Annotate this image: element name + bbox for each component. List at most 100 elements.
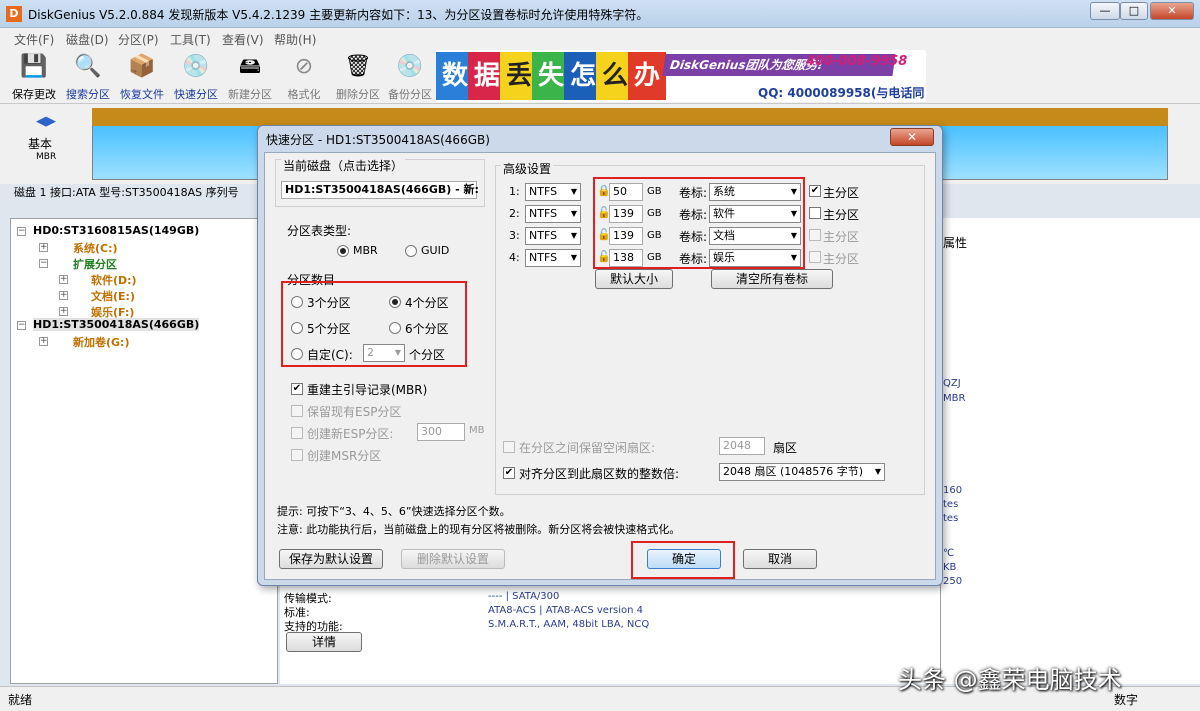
chevron-down-icon: ▼ bbox=[874, 467, 881, 476]
size-input-4[interactable]: 138 bbox=[609, 249, 643, 267]
tree-item-hd0[interactable]: HD0:ST3160815AS(149GB) bbox=[33, 224, 199, 237]
expand-icon[interactable]: + bbox=[59, 291, 68, 300]
tree-item-new-volume-g[interactable]: 新加卷(G:) bbox=[73, 334, 129, 350]
size-input-3[interactable]: 139 bbox=[609, 227, 643, 245]
create-esp-checkbox[interactable] bbox=[291, 427, 303, 439]
save-default-button[interactable]: 保存为默认设置 bbox=[279, 549, 383, 569]
collapse-icon[interactable]: − bbox=[17, 227, 26, 236]
volume-value: 文档 bbox=[713, 229, 735, 242]
menu-partition[interactable]: 分区(P) bbox=[118, 31, 159, 48]
clear-all-labels-button[interactable]: 清空所有卷标 bbox=[711, 269, 833, 289]
mbr-label: MBR bbox=[353, 244, 378, 257]
size-input-2[interactable]: 139 bbox=[609, 205, 643, 223]
tool-label: 保存更改 bbox=[12, 88, 56, 101]
format-button[interactable]: ⊘ 格式化 bbox=[278, 50, 330, 102]
count-3-radio[interactable] bbox=[291, 296, 303, 308]
fs-select-2[interactable]: NTFS ▼ bbox=[525, 205, 581, 223]
recover-file-button[interactable]: 📦 恢复文件 bbox=[116, 50, 168, 102]
save-icon: 💾 bbox=[20, 54, 48, 79]
dialog-close-button[interactable]: ✕ bbox=[890, 128, 934, 146]
quick-partition-button[interactable]: 💿 快速分区 bbox=[170, 50, 222, 102]
reserve-gap-input[interactable]: 2048 bbox=[719, 437, 765, 455]
default-size-button[interactable]: 默认大小 bbox=[595, 269, 673, 289]
menu-disk[interactable]: 磁盘(D) bbox=[66, 31, 109, 48]
row-index: 4: bbox=[509, 251, 520, 264]
tool-label: 新建分区 bbox=[228, 88, 272, 101]
tree-item-hd1[interactable]: HD1:ST3500418AS(466GB) bbox=[33, 318, 200, 331]
menu-help[interactable]: 帮助(H) bbox=[274, 31, 316, 48]
window-title: DiskGenius V5.2.0.884 发现新版本 V5.4.2.1239 … bbox=[28, 8, 649, 22]
next-disk-icon[interactable]: ▶ bbox=[46, 114, 56, 129]
volume-select-1[interactable]: 系统 ▼ bbox=[709, 183, 801, 201]
fs-value: NTFS bbox=[529, 251, 558, 264]
new-partition-button[interactable]: 🖴 新建分区 bbox=[224, 50, 276, 102]
count-custom-radio[interactable] bbox=[291, 348, 303, 360]
fs-select-1[interactable]: NTFS ▼ bbox=[525, 183, 581, 201]
esp-size-input[interactable]: 300 bbox=[417, 423, 465, 441]
hint-text: 提示: 可按下“3、4、5、6”快速选择分区个数。 bbox=[277, 505, 511, 518]
volume-select-3[interactable]: 文档 ▼ bbox=[709, 227, 801, 245]
fs-select-3[interactable]: NTFS ▼ bbox=[525, 227, 581, 245]
row-index: 2: bbox=[509, 207, 520, 220]
current-disk-selector[interactable]: HD1:ST3500418AS(466GB) - 新: bbox=[281, 181, 479, 199]
count-6-radio[interactable] bbox=[389, 322, 401, 334]
chevron-down-icon: ▼ bbox=[790, 253, 797, 262]
expand-icon[interactable]: + bbox=[39, 337, 48, 346]
menu-view[interactable]: 查看(V) bbox=[222, 31, 264, 48]
volume-value: 软件 bbox=[713, 207, 735, 220]
cancel-button[interactable]: 取消 bbox=[743, 549, 817, 569]
collapse-icon[interactable]: − bbox=[39, 259, 48, 268]
minimize-button[interactable]: — bbox=[1090, 2, 1120, 20]
primary-label: 主分区 bbox=[823, 252, 860, 266]
custom-count-suffix: 个分区 bbox=[409, 348, 446, 362]
ok-button[interactable]: 确定 bbox=[647, 549, 721, 569]
tool-label: 格式化 bbox=[287, 88, 321, 101]
backup-partition-button[interactable]: 💿 备份分区 bbox=[384, 50, 436, 102]
banner-phone: 400-008-9958 bbox=[806, 54, 908, 69]
primary-checkbox-2[interactable] bbox=[809, 207, 821, 219]
create-esp-label: 创建新ESP分区: bbox=[307, 427, 394, 441]
menu-file[interactable]: 文件(F) bbox=[14, 31, 54, 48]
expand-icon[interactable]: + bbox=[59, 307, 68, 316]
chevron-down-icon: ▼ bbox=[790, 231, 797, 240]
maximize-button[interactable]: □ bbox=[1120, 2, 1148, 20]
primary-checkbox-4[interactable] bbox=[809, 251, 821, 263]
volume-select-4[interactable]: 娱乐 ▼ bbox=[709, 249, 801, 267]
expand-icon[interactable]: + bbox=[39, 243, 48, 252]
align-partition-checkbox[interactable]: ✔ bbox=[503, 467, 515, 479]
tree-item-software-d[interactable]: 软件(D:) bbox=[91, 272, 137, 288]
chevron-down-icon: ▼ bbox=[570, 253, 577, 262]
primary-checkbox-1[interactable]: ✔ bbox=[809, 185, 821, 197]
guid-radio[interactable] bbox=[405, 245, 417, 257]
collapse-icon[interactable]: − bbox=[17, 321, 26, 330]
details-button[interactable]: 详情 bbox=[286, 632, 362, 652]
delete-default-button[interactable]: 删除默认设置 bbox=[401, 549, 505, 569]
rebuild-mbr-checkbox[interactable]: ✔ bbox=[291, 383, 303, 395]
disk-table-label: MBR bbox=[36, 152, 57, 162]
delete-partition-button[interactable]: 🗑 删除分区 bbox=[332, 50, 384, 102]
size-input-1[interactable]: 50 bbox=[609, 183, 643, 201]
primary-checkbox-3[interactable] bbox=[809, 229, 821, 241]
volume-select-2[interactable]: 软件 ▼ bbox=[709, 205, 801, 223]
size-unit: GB bbox=[647, 208, 662, 219]
menu-tools[interactable]: 工具(T) bbox=[170, 31, 211, 48]
align-sector-select[interactable]: 2048 扇区 (1048576 字节) ▼ bbox=[719, 463, 885, 481]
create-msr-checkbox[interactable] bbox=[291, 449, 303, 461]
keep-esp-checkbox[interactable] bbox=[291, 405, 303, 417]
save-changes-button[interactable]: 💾 保存更改 bbox=[8, 50, 60, 102]
expand-icon[interactable]: + bbox=[59, 275, 68, 284]
count-3-label: 3个分区 bbox=[307, 296, 351, 310]
custom-count-select[interactable]: 2 ▼ bbox=[363, 344, 405, 362]
ad-banner[interactable]: 数 据 丢 失 怎 么 办 DiskGenius团队为您服务! 400-008-… bbox=[436, 50, 926, 102]
count-5-radio[interactable] bbox=[291, 322, 303, 334]
fs-select-4[interactable]: NTFS ▼ bbox=[525, 249, 581, 267]
reserve-gap-checkbox[interactable] bbox=[503, 441, 515, 453]
tree-item-docs-e[interactable]: 文档(E:) bbox=[91, 288, 135, 304]
tree-item-extended[interactable]: 扩展分区 bbox=[73, 256, 117, 272]
mbr-radio[interactable] bbox=[337, 245, 349, 257]
search-partition-button[interactable]: 🔍 搜索分区 bbox=[62, 50, 114, 102]
tree-item-system-c[interactable]: 系统(C:) bbox=[73, 240, 118, 256]
count-4-radio[interactable] bbox=[389, 296, 401, 308]
prev-disk-icon[interactable]: ◀ bbox=[36, 114, 46, 129]
close-button[interactable]: ✕ bbox=[1150, 2, 1194, 20]
